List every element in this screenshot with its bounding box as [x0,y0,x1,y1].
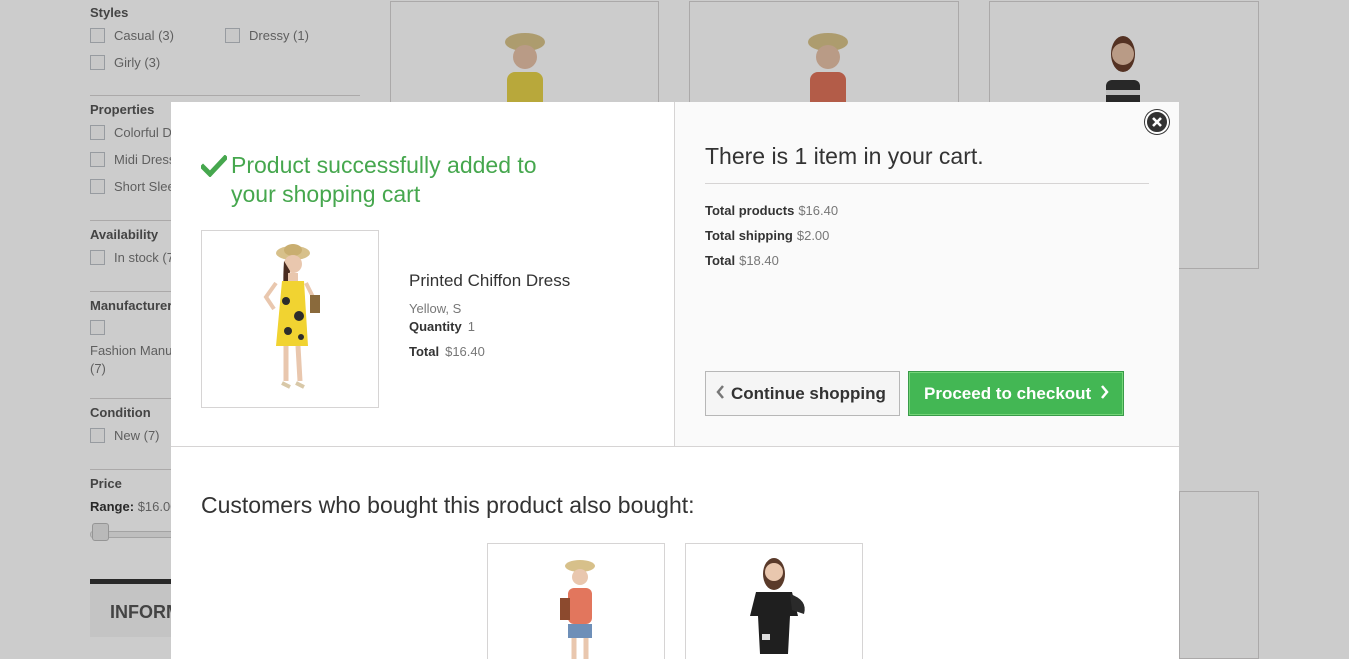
crossselling-section: Customers who bought this product also b… [171,446,1179,659]
chevron-left-icon [716,384,725,404]
product-image [750,558,805,654]
modal-cart-panel: There is 1 item in your cart. Total prod… [675,102,1179,446]
product-quantity: Quantity 1 [409,319,475,334]
product-image [560,560,595,659]
check-icon [199,154,231,209]
cart-item-count: There is 1 item in your cart. [705,143,984,169]
success-message: Product successfully added to your shopp… [199,151,551,209]
crossselling-product[interactable] [487,543,665,659]
crossselling-title: Customers who bought this product also b… [201,492,695,518]
product-image [201,230,379,408]
modal-product-panel: Product successfully added to your shopp… [171,102,675,446]
product-attributes: Yellow, S [409,301,462,316]
close-icon[interactable] [1145,110,1169,134]
total-shipping: Total shipping $2.00 [705,228,830,243]
crossselling-product[interactable] [685,543,863,659]
continue-shopping-button[interactable]: Continue shopping [705,371,900,416]
chevron-right-icon [1100,384,1109,404]
product-name: Printed Chiffon Dress [409,271,571,290]
add-to-cart-modal: Product successfully added to your shopp… [171,102,1179,659]
total-products: Total products $16.40 [705,203,839,218]
product-total: Total $16.40 [409,344,485,359]
cart-total: Total $18.40 [705,253,779,268]
proceed-to-checkout-button[interactable]: Proceed to checkout [908,371,1124,416]
divider [705,183,1149,184]
